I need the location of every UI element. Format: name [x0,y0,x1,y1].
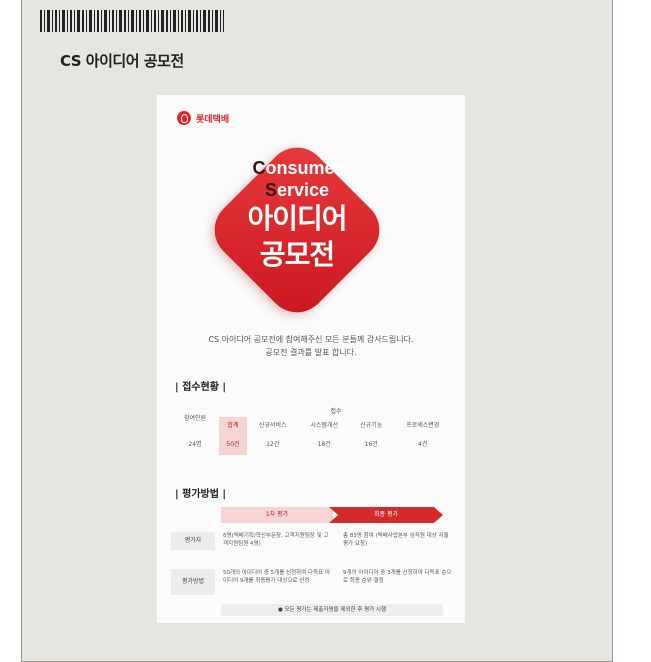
participants-header: 참여인원 [183,414,207,422]
row-cell: 50개의 아이디어 중 5개를 선정하여 다득표 아이디어 9개를 최종평가 대… [223,570,331,584]
hero-line-consumer: Consumer [252,158,342,178]
row-cell: 6명(택배기획/혁신부문장, 고객지원팀장 및 고객지원팀원 4명) [223,533,329,547]
table-cell: 4건 [418,440,428,448]
lotte-logo-icon [177,111,191,125]
row-label: 평가방법 [171,569,215,595]
evaluator-row: 평가자 6명(택배기획/혁신부문장, 고객지원팀장 및 고객지원팀원 4명) 총… [171,532,453,554]
brand-name: 롯데택배 [196,114,230,125]
row-cell: 총 83명 참여 (택배사업본부 임직원 대상 자율 평가 요청) [343,533,449,547]
status-table: 참여인원 접수 합계 신규서비스 시스템개선 신규기능 프로세스변경 24명 5… [171,403,453,455]
section-title-evaluation: | 평가방법 | [175,489,227,500]
participants-value: 24명 [188,440,202,448]
row-cell: 9개의 아이디어 중 3개를 선정하여 다득표 순으로 최종 순위 결정 [343,570,452,584]
evaluation-steps: 1차 평가 최종 평가 [221,507,443,523]
section-title-status: | 접수현황 | [175,382,227,393]
table-cell: 50건 [219,431,247,455]
col-header: 신규기능 [360,421,383,429]
step-first: 1차 평가 [221,507,333,523]
barcode-graphic [40,10,224,32]
col-header: 합계 [219,417,247,431]
table-cell: 12건 [266,440,280,448]
hero-line-service: Service [264,180,330,200]
page-title: CS 아이디어 공모전 [60,52,184,70]
intro-text: CS 아이디어 공모전에 참여해주신 모든 분들께 감사드립니다. 공모전 결과… [208,335,414,357]
hero-line-contest: 공모전 [259,238,335,271]
col-header: 프로세스변경 [406,421,440,429]
col-header: 시스템개선 [310,421,338,429]
evaluation-note: ● 모든 평가는 제출자명을 제외한 후 평가 시행 [221,604,443,616]
table-cell: 18건 [317,440,331,448]
col-header: 신규서비스 [258,421,287,429]
row-label: 평가자 [171,532,215,550]
hero-title: Consumer Service 아이디어 공모전 [217,157,377,273]
brand: 롯데택배 [177,111,229,125]
table-cell: 16건 [364,440,378,448]
hero-line-idea: 아이디어 [247,202,347,235]
method-row: 평가방법 50개의 아이디어 중 5개를 선정하여 다득표 아이디어 9개를 최… [171,569,453,599]
step-final: 최종 평가 [329,507,443,523]
contest-poster: 롯데택배 Consumer Service 아이디어 공모전 CS 아이디어 공… [157,95,465,623]
received-header: 접수 [330,407,342,415]
